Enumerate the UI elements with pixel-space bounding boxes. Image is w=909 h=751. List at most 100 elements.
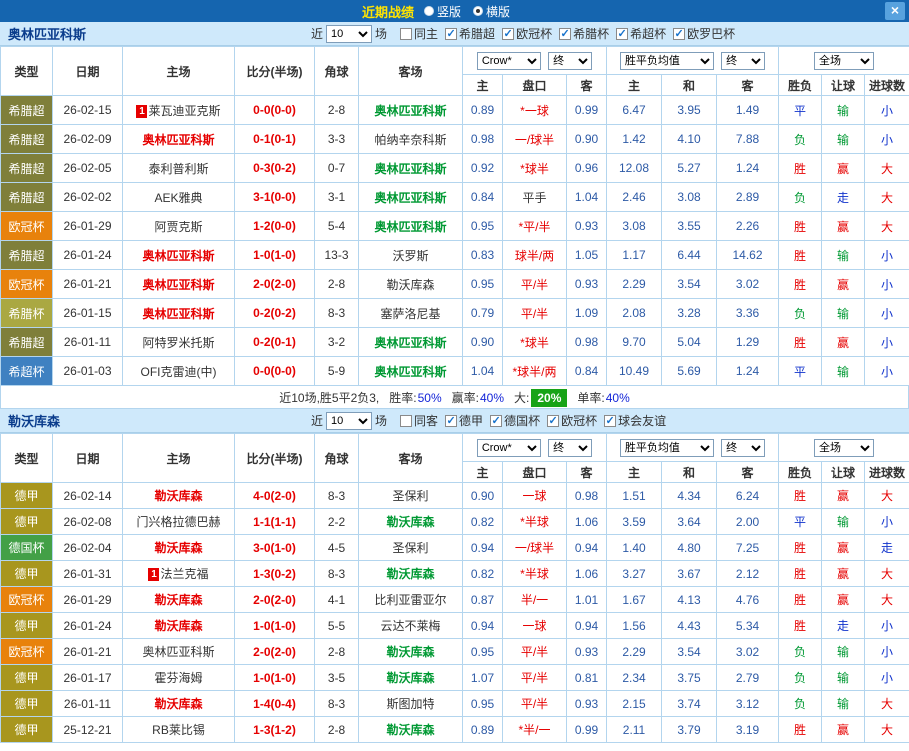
score-cell[interactable]: 4-0(2-0) xyxy=(234,482,315,509)
filter-checkbox[interactable]: ✓ 希超杯 xyxy=(616,25,666,42)
team-name[interactable]: 奥林匹亚科斯 xyxy=(8,24,308,43)
scope-select[interactable]: 全场 xyxy=(814,51,874,70)
filter-checkbox[interactable]: ✓ 欧冠杯 xyxy=(502,25,552,42)
home-team-cell[interactable]: 奥林匹亚科斯 xyxy=(122,240,235,270)
away-team-cell[interactable]: 沃罗斯 xyxy=(358,240,463,270)
checkbox-icon[interactable]: ✓ xyxy=(604,414,617,427)
checkbox-icon[interactable]: ✓ xyxy=(673,27,686,40)
filter-checkbox[interactable]: 同客 xyxy=(400,412,438,429)
home-team-cell[interactable]: 勒沃库森 xyxy=(122,612,235,639)
away-team-cell[interactable]: 勒沃库森 xyxy=(358,638,463,665)
euro-time-select[interactable]: 终 xyxy=(721,51,766,70)
euro-odds-select[interactable]: 胜平负均值 xyxy=(619,51,714,70)
bookmaker-select[interactable]: Crow* xyxy=(476,51,541,70)
home-team-cell[interactable]: 门兴格拉德巴赫 xyxy=(122,508,235,535)
checkbox-icon[interactable]: ✓ xyxy=(559,27,572,40)
away-team-cell[interactable]: 奥林匹亚科斯 xyxy=(358,182,463,212)
radio-horizontal[interactable]: 横版 xyxy=(473,3,510,20)
score-cell[interactable]: 1-2(0-0) xyxy=(234,211,315,241)
checkbox-icon[interactable] xyxy=(400,27,413,40)
bookmaker-select[interactable]: Crow* xyxy=(476,438,541,457)
away-team-cell[interactable]: 奥林匹亚科斯 xyxy=(358,211,463,241)
home-team-cell[interactable]: 阿贾克斯 xyxy=(122,211,235,241)
match-count-select[interactable]: 10 xyxy=(326,411,373,430)
score-cell[interactable]: 1-0(1-0) xyxy=(234,612,315,639)
home-team-cell[interactable]: 勒沃库森 xyxy=(122,690,235,717)
away-team-cell[interactable]: 勒沃库森 xyxy=(358,508,463,535)
home-team-cell[interactable]: 霍芬海姆 xyxy=(122,664,235,691)
score-cell[interactable]: 3-0(1-0) xyxy=(234,534,315,561)
away-team-cell[interactable]: 勒沃库森 xyxy=(358,716,463,743)
score-cell[interactable]: 0-0(0-0) xyxy=(234,356,315,386)
home-team-cell[interactable]: 奥林匹亚科斯 xyxy=(122,269,235,299)
away-team-cell[interactable]: 奥林匹亚科斯 xyxy=(358,356,463,386)
checkbox-icon[interactable]: ✓ xyxy=(616,27,629,40)
home-team-cell[interactable]: 勒沃库森 xyxy=(122,586,235,613)
score-cell[interactable]: 0-1(0-1) xyxy=(234,124,315,154)
checkbox-icon[interactable]: ✓ xyxy=(490,414,503,427)
asia-time-select[interactable]: 终 xyxy=(548,438,593,457)
checkbox-icon[interactable]: ✓ xyxy=(445,27,458,40)
filter-checkbox[interactable]: ✓ 欧冠杯 xyxy=(547,412,597,429)
away-team-cell[interactable]: 奥林匹亚科斯 xyxy=(358,95,463,125)
score-cell[interactable]: 1-4(0-4) xyxy=(234,690,315,717)
home-team-cell[interactable]: 勒沃库森 xyxy=(122,534,235,561)
score-cell[interactable]: 2-0(2-0) xyxy=(234,269,315,299)
home-team-cell[interactable]: 奥林匹亚科斯 xyxy=(122,124,235,154)
away-team-cell[interactable]: 勒沃库森 xyxy=(358,560,463,587)
filter-checkbox[interactable]: ✓ 德甲 xyxy=(445,412,483,429)
checkbox-icon[interactable]: ✓ xyxy=(502,27,515,40)
score-cell[interactable]: 2-0(2-0) xyxy=(234,638,315,665)
asia-time-select[interactable]: 终 xyxy=(548,51,593,70)
score-cell[interactable]: 1-1(1-1) xyxy=(234,508,315,535)
filter-checkbox[interactable]: ✓ 希腊杯 xyxy=(559,25,609,42)
away-team-cell[interactable]: 圣保利 xyxy=(358,482,463,509)
home-team-cell[interactable]: 奥林匹亚科斯 xyxy=(122,638,235,665)
away-team-cell[interactable]: 比利亚雷亚尔 xyxy=(358,586,463,613)
score-cell[interactable]: 0-0(0-0) xyxy=(234,95,315,125)
filter-checkbox[interactable]: 同主 xyxy=(400,25,438,42)
score-cell[interactable]: 0-3(0-2) xyxy=(234,153,315,183)
home-team-cell[interactable]: 1 法兰克福 xyxy=(122,560,235,587)
euro-odds-select[interactable]: 胜平负均值 xyxy=(619,438,714,457)
filter-checkbox[interactable]: ✓ 希腊超 xyxy=(445,25,495,42)
radio-circle-icon[interactable] xyxy=(424,6,435,16)
home-team-cell[interactable]: 奥林匹亚科斯 xyxy=(122,298,235,328)
home-team-cell[interactable]: 阿特罗米托斯 xyxy=(122,327,235,357)
away-team-cell[interactable]: 云达不莱梅 xyxy=(358,612,463,639)
home-team-cell[interactable]: AEK雅典 xyxy=(122,182,235,212)
away-team-cell[interactable]: 勒沃库森 xyxy=(358,269,463,299)
away-team-cell[interactable]: 勒沃库森 xyxy=(358,664,463,691)
radio-circle-selected-icon[interactable] xyxy=(473,6,484,16)
away-team-cell[interactable]: 斯图加特 xyxy=(358,690,463,717)
home-team-cell[interactable]: 1 莱瓦迪亚克斯 xyxy=(122,95,235,125)
away-team-cell[interactable]: 塞萨洛尼基 xyxy=(358,298,463,328)
home-team-cell[interactable]: 勒沃库森 xyxy=(122,482,235,509)
home-team-cell[interactable]: 泰利普利斯 xyxy=(122,153,235,183)
score-cell[interactable]: 3-1(0-0) xyxy=(234,182,315,212)
score-cell[interactable]: 1-0(1-0) xyxy=(234,664,315,691)
away-team-cell[interactable]: 奥林匹亚科斯 xyxy=(358,153,463,183)
score-cell[interactable]: 1-3(1-2) xyxy=(234,716,315,743)
score-cell[interactable]: 0-2(0-1) xyxy=(234,327,315,357)
filter-checkbox[interactable]: ✓ 德国杯 xyxy=(490,412,540,429)
home-team-cell[interactable]: OFI克雷迪(中) xyxy=(122,356,235,386)
score-cell[interactable]: 0-2(0-2) xyxy=(234,298,315,328)
euro-time-select[interactable]: 终 xyxy=(721,438,766,457)
match-count-select[interactable]: 10 xyxy=(326,24,373,43)
score-cell[interactable]: 2-0(2-0) xyxy=(234,586,315,613)
away-team-cell[interactable]: 圣保利 xyxy=(358,534,463,561)
score-cell[interactable]: 1-3(0-2) xyxy=(234,560,315,587)
team-name[interactable]: 勒沃库森 xyxy=(8,411,308,430)
radio-vertical[interactable]: 竖版 xyxy=(424,3,461,20)
filter-checkbox[interactable]: ✓ 球会友谊 xyxy=(604,412,666,429)
scope-select[interactable]: 全场 xyxy=(814,438,874,457)
checkbox-icon[interactable] xyxy=(400,414,413,427)
close-icon[interactable]: × xyxy=(885,2,905,20)
score-cell[interactable]: 1-0(1-0) xyxy=(234,240,315,270)
filter-checkbox[interactable]: ✓ 欧罗巴杯 xyxy=(673,25,735,42)
away-team-cell[interactable]: 帕纳辛奈科斯 xyxy=(358,124,463,154)
checkbox-icon[interactable]: ✓ xyxy=(445,414,458,427)
checkbox-icon[interactable]: ✓ xyxy=(547,414,560,427)
away-team-cell[interactable]: 奥林匹亚科斯 xyxy=(358,327,463,357)
